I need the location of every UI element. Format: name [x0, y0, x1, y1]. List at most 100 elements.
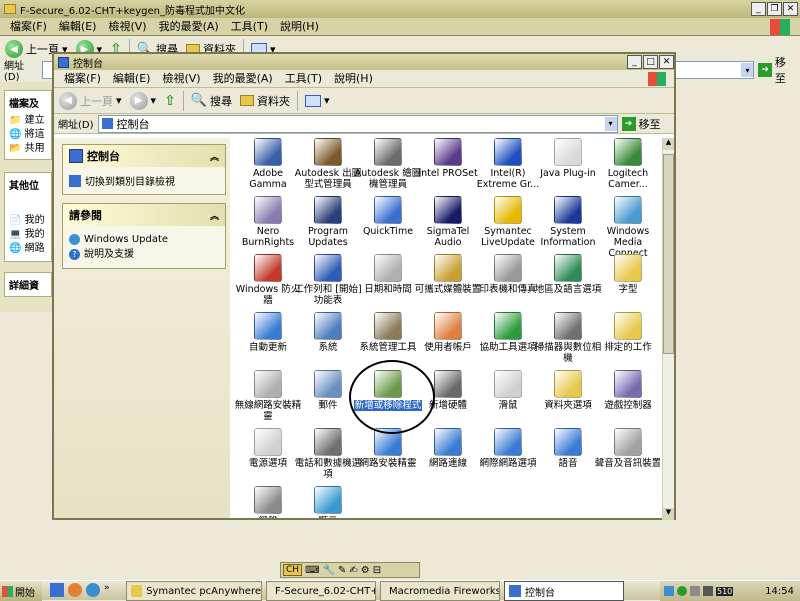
cp-folders-button[interactable]: 資料夾 [237, 90, 293, 112]
bg-task-item[interactable]: 📂 共用 [9, 142, 51, 156]
cp-menu-view[interactable]: 檢視(V) [156, 70, 206, 88]
cp-minimize-button[interactable]: _ [627, 55, 642, 69]
cp-item[interactable]: Program Updates [294, 196, 362, 248]
cp-search-button[interactable]: 🔍 搜尋 [188, 90, 235, 112]
cp-item[interactable]: Symantec LiveUpdate [474, 196, 542, 248]
cp-item[interactable]: 顯示 [294, 486, 362, 518]
cp-item[interactable]: Java Plug-in [534, 138, 602, 179]
cp-item[interactable]: 資料夾選項 [534, 370, 602, 411]
cp-item[interactable]: Windows Media Connect [594, 196, 660, 259]
windows-update-link[interactable]: Windows Update [69, 232, 219, 247]
collapse-chevron-icon[interactable]: ︽ [210, 209, 219, 222]
collapse-chevron-icon[interactable]: ︽ [210, 150, 219, 163]
cp-views-button[interactable]: ▾ [302, 90, 333, 112]
tray-shield-icon[interactable] [664, 586, 674, 596]
cp-go-button[interactable]: ➔ 移至 [621, 116, 661, 132]
cp-item[interactable]: 自動更新 [234, 312, 302, 353]
cp-item[interactable]: 網路安裝精靈 [354, 428, 422, 469]
keyboard-icon[interactable]: ⌨ [305, 565, 319, 576]
cp-item[interactable]: 聲音及音訊裝置 [594, 428, 660, 469]
cp-item[interactable]: 網路連線 [414, 428, 482, 469]
minimize-button[interactable]: _ [751, 2, 766, 16]
menu-help[interactable]: 說明(H) [274, 18, 325, 36]
cp-item[interactable]: 可攜式媒體裝置 [414, 254, 482, 295]
cp-item[interactable]: Adobe Gamma [234, 138, 302, 190]
see-also-header[interactable]: 請參閱 ︽ [63, 204, 225, 226]
tray-box-label[interactable]: 510 [716, 586, 734, 596]
cp-panel-header[interactable]: 控制台 ︽ [63, 145, 225, 167]
menu-file[interactable]: 檔案(F) [4, 18, 53, 36]
menu-tools[interactable]: 工具(T) [225, 18, 274, 36]
cp-item[interactable]: 鍵盤 [234, 486, 302, 518]
cp-scrollbar[interactable]: ▲ ▼ [662, 138, 674, 520]
options-icon[interactable]: ⚙ [361, 565, 370, 576]
cp-item[interactable]: 日期和時間 [354, 254, 422, 295]
bg-task-item[interactable]: 🌐 將這 [9, 128, 51, 142]
cp-item[interactable]: QuickTime [354, 196, 422, 237]
tray-network-icon[interactable] [690, 586, 700, 596]
cp-menu-favorites[interactable]: 我的最愛(A) [207, 70, 279, 88]
bg-place-item[interactable]: 📄 我的 [9, 214, 51, 228]
cp-item[interactable]: 掃描器與數位相機 [534, 312, 602, 364]
close-button[interactable]: ✕ [783, 2, 798, 16]
pen-icon[interactable]: ✎ [338, 565, 346, 576]
internet-explorer-icon[interactable] [86, 583, 100, 597]
start-button[interactable]: 開始 [0, 581, 42, 601]
firefox-icon[interactable] [68, 583, 82, 597]
show-desktop-icon[interactable] [50, 583, 64, 597]
maximize-button[interactable]: ❐ [767, 2, 782, 16]
cp-item[interactable]: 系統 [294, 312, 362, 353]
scroll-down-arrow-icon[interactable]: ▼ [663, 508, 674, 520]
cp-item[interactable]: Intel PROSet [414, 138, 482, 179]
help-support-link[interactable]: ? 說明及支援 [69, 247, 219, 262]
switch-category-view-link[interactable]: 切換到類別目錄檢視 [69, 173, 219, 188]
cp-item[interactable]: 印表機和傳真 [474, 254, 542, 295]
bg-place-item[interactable]: 🌐 網路 [9, 242, 51, 256]
cp-item[interactable]: 排定的工作 [594, 312, 660, 353]
tray-speaker-icon[interactable] [703, 586, 713, 596]
cp-forward-button[interactable]: ▶ ▾ [127, 90, 160, 112]
cp-item[interactable]: SigmaTel Audio [414, 196, 482, 248]
cp-item[interactable]: 滑鼠 [474, 370, 542, 411]
cp-item[interactable]: 電話和數據機選項 [294, 428, 362, 480]
cp-item[interactable]: 無線網路安裝精靈 [234, 370, 302, 422]
cp-item[interactable]: 地區及語言選項 [534, 254, 602, 295]
cp-menu-tools[interactable]: 工具(T) [279, 70, 328, 88]
clock[interactable]: 14:54 [765, 586, 794, 597]
taskbar-item-fsecure[interactable]: F-Secure_6.02-CHT+key... [266, 581, 376, 601]
taskbar-item-control-panel[interactable]: 控制台 [504, 581, 624, 601]
cp-item[interactable]: 遊戲控制器 [594, 370, 660, 411]
cp-back-button[interactable]: ◀ 上一頁 ▾ [56, 90, 125, 112]
cp-close-button[interactable]: ✕ [659, 55, 674, 69]
cp-address-field[interactable]: 控制台 ▾ [97, 114, 618, 133]
menu-edit[interactable]: 編輯(E) [53, 18, 103, 36]
scroll-thumb[interactable] [663, 154, 674, 354]
go-button[interactable]: ➔ 移至 [758, 54, 796, 86]
cp-maximize-button[interactable]: □ [643, 55, 658, 69]
minimize-langbar-icon[interactable]: ⊟ [373, 565, 381, 576]
cp-up-button[interactable]: ⇧ [161, 90, 179, 112]
cp-menu-edit[interactable]: 編輯(E) [107, 70, 157, 88]
wrench-icon[interactable]: 🔧 [323, 565, 335, 576]
cp-item[interactable]: 電源選項 [234, 428, 302, 469]
cp-item[interactable]: Intel(R) Extreme Gr... [474, 138, 542, 190]
cp-item[interactable]: 語音 [534, 428, 602, 469]
edit-icon[interactable]: ✍ [349, 565, 357, 576]
cp-item[interactable]: System Information [534, 196, 602, 248]
cp-item[interactable]: 使用者帳戶 [414, 312, 482, 353]
scroll-up-arrow-icon[interactable]: ▲ [663, 138, 674, 150]
cp-menu-file[interactable]: 檔案(F) [58, 70, 107, 88]
menu-favorites[interactable]: 我的最愛(A) [153, 18, 225, 36]
cp-item[interactable]: 工作列和 [開始] 功能表 [294, 254, 362, 306]
language-indicator[interactable]: CH [283, 564, 303, 576]
bg-place-item[interactable]: 💻 我的 [9, 228, 51, 242]
taskbar-item-fireworks[interactable]: Macromedia Fireworks M... [380, 581, 500, 601]
cp-item[interactable]: Logitech Camer... [594, 138, 660, 190]
cp-menu-help[interactable]: 說明(H) [328, 70, 379, 88]
cp-item[interactable]: Windows 防火牆 [234, 254, 302, 306]
taskbar-item-pcanywhere[interactable]: Symantec pcAnywhere [126, 581, 262, 601]
cp-item[interactable]: Nero BurnRights [234, 196, 302, 248]
cp-item[interactable]: 協助工具選項 [474, 312, 542, 353]
cp-item[interactable]: 網際網路選項 [474, 428, 542, 469]
cp-item[interactable]: 字型 [594, 254, 660, 295]
